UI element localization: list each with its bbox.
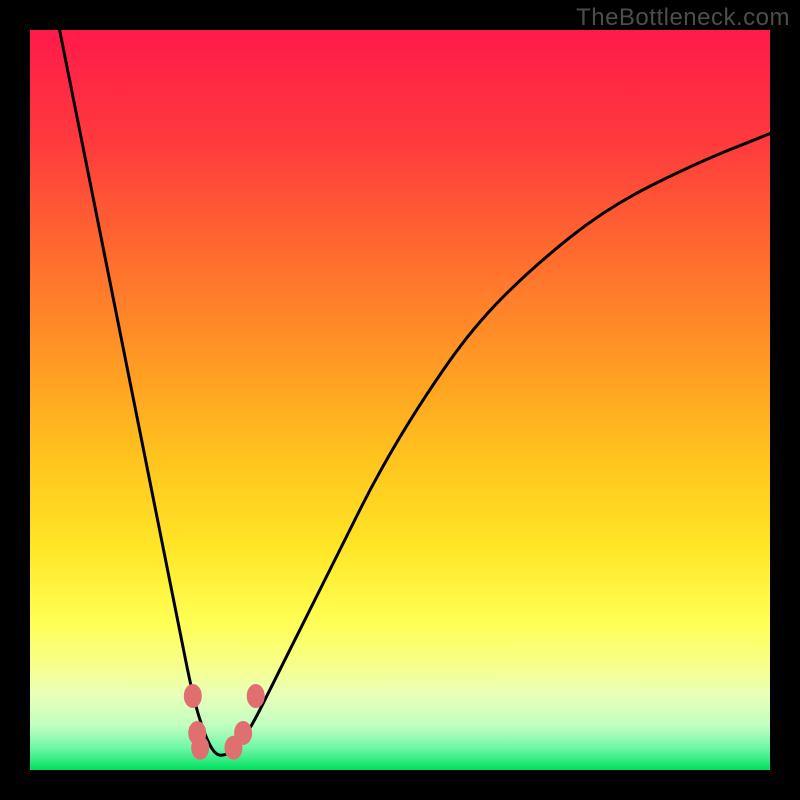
watermark-label: TheBottleneck.com	[576, 4, 790, 32]
chart-frame: TheBottleneck.com	[0, 0, 800, 800]
dip-marker	[234, 721, 252, 745]
dip-marker	[191, 736, 209, 760]
dip-marker	[247, 684, 265, 708]
bottleneck-plot	[30, 30, 770, 770]
dip-marker	[184, 684, 202, 708]
gradient-background	[30, 30, 770, 770]
